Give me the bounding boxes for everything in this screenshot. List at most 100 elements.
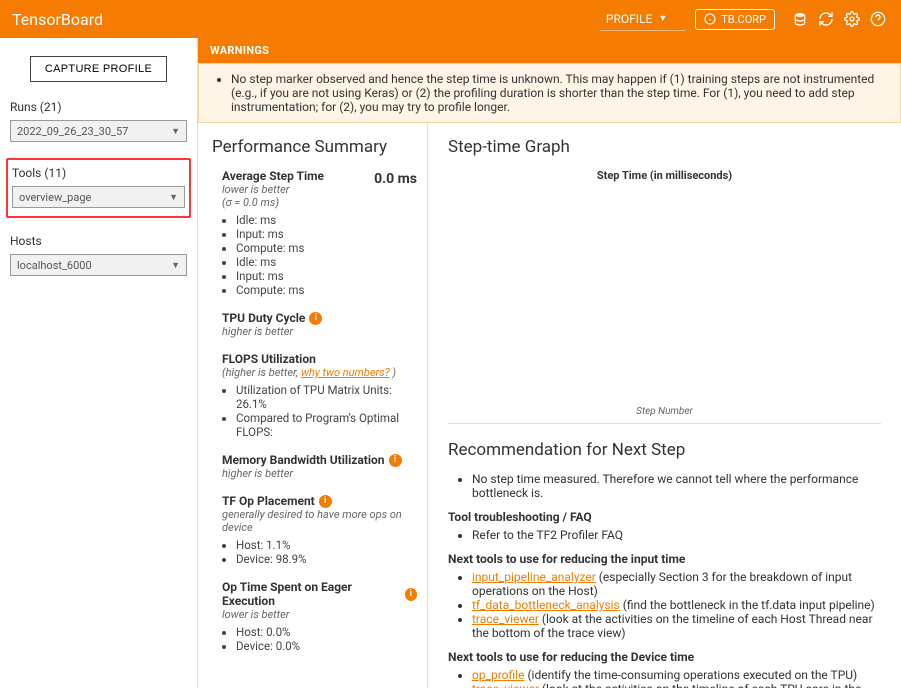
- mode-label: PROFILE: [606, 12, 652, 26]
- rec-link[interactable]: trace_viewer: [472, 612, 539, 626]
- list-item: Idle: ms: [236, 255, 417, 269]
- eager-block: Op Time Spent on Eager Execution i lower…: [222, 580, 417, 653]
- list-item: Idle: ms: [236, 213, 417, 227]
- refresh-icon[interactable]: [815, 8, 837, 30]
- tools-value: overview_page: [19, 191, 91, 204]
- chart-axis-label: Step Number: [636, 406, 693, 417]
- warnings-header: WARNINGS: [198, 38, 901, 63]
- list-item: trace_viewer (look at the activities on …: [472, 612, 881, 640]
- step-graph-heading: Step-time Graph: [448, 137, 881, 157]
- rec-line: No step time measured. Therefore we cann…: [472, 472, 881, 500]
- corp-label: TB.CORP: [721, 13, 766, 26]
- eager-sub: lower is better: [222, 608, 417, 621]
- rec-link[interactable]: input_pipeline_analyzer: [472, 570, 596, 584]
- rec-link[interactable]: trace_viewer: [472, 682, 539, 688]
- chevron-down-icon: ▼: [171, 126, 180, 137]
- warning-item: No step marker observed and hence the st…: [231, 72, 884, 114]
- chevron-down-icon: ▼: [171, 260, 180, 271]
- rec-link[interactable]: tf_data_bottleneck_analysis: [472, 598, 620, 612]
- topbar: TensorBoard PROFILE ▼ TB.CORP: [0, 0, 901, 38]
- list-item: Input: ms: [236, 227, 417, 241]
- eager-title: Op Time Spent on Eager Execution: [222, 580, 401, 608]
- chevron-down-icon: ▼: [658, 13, 667, 24]
- help-icon[interactable]: [867, 8, 889, 30]
- eager-list: Host: 0.0%Device: 0.0%: [222, 625, 417, 653]
- input-list: input_pipeline_analyzer (especially Sect…: [448, 570, 881, 640]
- duty-block: TPU Duty Cycle i higher is better: [222, 311, 417, 338]
- avg-step-block: Average Step Time lower is better (σ = 0…: [222, 169, 417, 297]
- runs-select[interactable]: 2022_09_26_23_30_57 ▼: [10, 120, 187, 142]
- hosts-label: Hosts: [10, 234, 187, 248]
- rec-link[interactable]: op_profile: [472, 668, 524, 682]
- hosts-value: localhost_6000: [17, 259, 92, 272]
- list-item: Input: ms: [236, 269, 417, 283]
- list-item: Utilization of TPU Matrix Units: 26.1%: [236, 383, 417, 411]
- faq-label: Tool troubleshooting / FAQ: [448, 510, 881, 524]
- device-label: Next tools to use for reducing the Devic…: [448, 650, 881, 664]
- list-item: tf_data_bottleneck_analysis (find the bo…: [472, 598, 881, 612]
- performance-panel: Performance Summary Average Step Time lo…: [198, 123, 428, 688]
- chevron-down-icon: ▼: [169, 192, 178, 203]
- sidebar: CAPTURE PROFILE Runs (21) 2022_09_26_23_…: [0, 38, 198, 688]
- mode-select[interactable]: PROFILE ▼: [600, 8, 685, 31]
- list-item: Device: 98.9%: [236, 552, 417, 566]
- flops-sub: (higher is better, why two numbers? ): [222, 366, 417, 379]
- list-item: Host: 1.1%: [236, 538, 417, 552]
- capture-profile-button[interactable]: CAPTURE PROFILE: [30, 56, 167, 82]
- content: WARNINGS No step marker observed and hen…: [198, 38, 901, 688]
- tools-group: Tools (11) overview_page ▼: [6, 158, 191, 218]
- flops-title: FLOPS Utilization: [222, 352, 417, 366]
- runs-value: 2022_09_26_23_30_57: [17, 125, 128, 138]
- mem-sub: higher is better: [222, 467, 417, 480]
- mem-title: Memory Bandwidth Utilization: [222, 453, 385, 467]
- list-item: Compared to Program's Optimal FLOPS:: [236, 411, 417, 439]
- tfop-block: TF Op Placement i generally desired to h…: [222, 494, 417, 566]
- input-label: Next tools to use for reducing the input…: [448, 552, 881, 566]
- avg-step-title: Average Step Time: [222, 169, 324, 183]
- runs-group: Runs (21) 2022_09_26_23_30_57 ▼: [6, 96, 191, 146]
- info-icon[interactable]: i: [389, 454, 402, 467]
- tfop-list: Host: 1.1%Device: 98.9%: [222, 538, 417, 566]
- hosts-select[interactable]: localhost_6000 ▼: [10, 254, 187, 276]
- avg-step-value: 0.0 ms: [374, 171, 417, 187]
- device-list: op_profile (identify the time-consuming …: [448, 668, 881, 688]
- data-icon[interactable]: [789, 8, 811, 30]
- avg-step-sub1: lower is better: [222, 183, 324, 196]
- flops-block: FLOPS Utilization (higher is better, why…: [222, 352, 417, 439]
- perf-heading: Performance Summary: [212, 137, 417, 157]
- info-icon[interactable]: i: [309, 312, 322, 325]
- duty-title: TPU Duty Cycle: [222, 311, 305, 325]
- warnings-body: No step marker observed and hence the st…: [198, 63, 901, 123]
- flops-link[interactable]: why two numbers?: [301, 366, 390, 379]
- list-item: trace_viewer (look at the activities on …: [472, 682, 881, 688]
- tools-label: Tools (11): [12, 166, 185, 180]
- list-item: op_profile (identify the time-consuming …: [472, 668, 881, 682]
- info-icon[interactable]: i: [405, 588, 417, 601]
- chart-title: Step Time (in milliseconds): [448, 169, 881, 182]
- right-panel: Step-time Graph Step Time (in millisecon…: [428, 123, 901, 688]
- list-item: Compute: ms: [236, 283, 417, 297]
- duty-sub: higher is better: [222, 325, 417, 338]
- list-item: Device: 0.0%: [236, 639, 417, 653]
- step-graph: Step Time (in milliseconds) Step Number: [448, 169, 881, 424]
- avg-step-list: Idle: msInput: msCompute: msIdle: msInpu…: [222, 213, 417, 297]
- flops-list: Utilization of TPU Matrix Units: 26.1%Co…: [222, 383, 417, 439]
- gear-icon[interactable]: [841, 8, 863, 30]
- list-item: Host: 0.0%: [236, 625, 417, 639]
- tfop-title: TF Op Placement: [222, 494, 315, 508]
- avg-step-sub2: (σ = 0.0 ms): [222, 196, 324, 209]
- list-item: input_pipeline_analyzer (especially Sect…: [472, 570, 881, 598]
- mem-block: Memory Bandwidth Utilization i higher is…: [222, 453, 417, 480]
- info-icon[interactable]: i: [319, 495, 332, 508]
- tools-select[interactable]: overview_page ▼: [12, 186, 185, 208]
- app-title: TensorBoard: [12, 10, 103, 29]
- faq-item: Refer to the TF2 Profiler FAQ: [472, 528, 881, 542]
- list-item: Compute: ms: [236, 241, 417, 255]
- corp-button[interactable]: TB.CORP: [695, 9, 775, 30]
- tfop-sub: generally desired to have more ops on de…: [222, 508, 417, 534]
- rec-body: No step time measured. Therefore we cann…: [448, 472, 881, 688]
- info-icon: [704, 13, 716, 25]
- rec-heading: Recommendation for Next Step: [448, 440, 881, 460]
- hosts-group: Hosts localhost_6000 ▼: [6, 230, 191, 280]
- runs-label: Runs (21): [10, 100, 187, 114]
